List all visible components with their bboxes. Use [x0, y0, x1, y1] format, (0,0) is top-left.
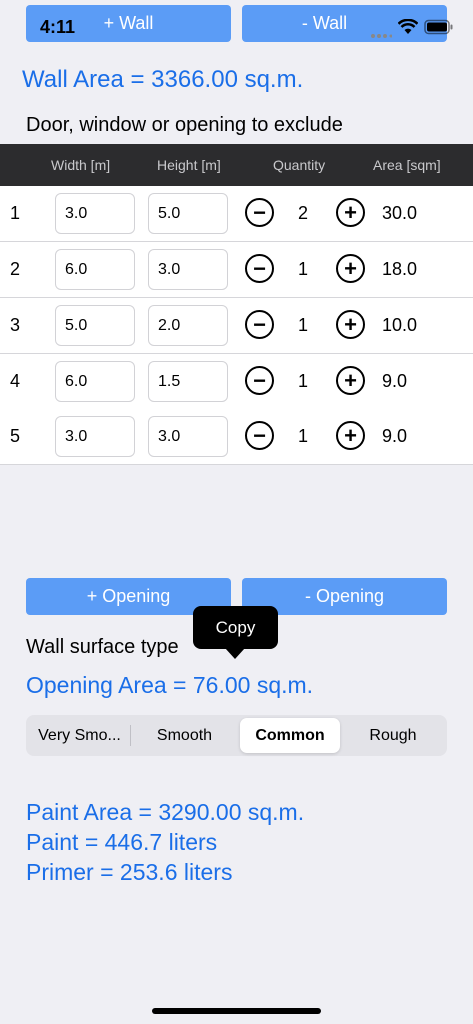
height-input[interactable]: 3.0	[148, 249, 228, 290]
tooltip-arrow	[225, 648, 245, 659]
remove-wall-label: - Wall	[301, 13, 348, 33]
segment-smooth[interactable]: Smooth	[131, 718, 238, 753]
primer-liters-text: Primer = 253.6 liters	[26, 859, 233, 885]
height-input[interactable]: 2.0	[148, 305, 228, 346]
width-input[interactable]: 3.0	[55, 416, 135, 457]
minus-circle-icon[interactable]: −	[245, 366, 274, 395]
exclude-title: Door, window or opening to exclude	[26, 114, 343, 136]
minus-symbol: −	[253, 422, 266, 448]
row-index: 3	[10, 315, 21, 335]
header-width: Width [m]	[51, 157, 111, 173]
opening-area-text: Opening Area = 76.00 sq.m.	[26, 672, 314, 698]
minus-circle-icon[interactable]: −	[245, 421, 274, 450]
paint-area-text: Paint Area = 3290.00 sq.m.	[26, 799, 305, 825]
header-height: Height [m]	[157, 157, 221, 173]
table-row: 2 6.0 3.0 − 1 + 18.0	[0, 242, 473, 298]
row-index: 2	[10, 259, 21, 279]
area-value: 18.0	[382, 259, 418, 279]
area-value: 10.0	[382, 315, 418, 335]
header-quantity: Quantity	[273, 157, 326, 173]
header-area: Area [sqm]	[373, 157, 441, 173]
height-input[interactable]: 5.0	[148, 193, 228, 234]
segment-very-smooth[interactable]: Very Smo...	[29, 718, 130, 753]
quantity-value: 1	[298, 315, 309, 335]
row-index: 4	[10, 371, 21, 391]
quantity-value: 2	[298, 203, 309, 223]
quantity-value: 1	[298, 259, 309, 279]
plus-circle-icon[interactable]: +	[336, 254, 365, 283]
quantity-value: 1	[298, 426, 309, 446]
copy-tooltip[interactable]: Copy	[193, 606, 278, 649]
width-input[interactable]: 5.0	[55, 305, 135, 346]
height-input[interactable]: 3.0	[148, 416, 228, 457]
home-indicator[interactable]	[152, 1008, 321, 1014]
plus-symbol: +	[344, 255, 357, 281]
minus-circle-icon[interactable]: −	[245, 254, 274, 283]
copy-tooltip-label: Copy	[215, 617, 256, 637]
segment-rough[interactable]: Rough	[342, 718, 444, 753]
plus-symbol: +	[344, 367, 357, 393]
table-row: 4 6.0 1.5 − 1 + 9.0	[0, 354, 473, 410]
wifi-icon	[397, 18, 419, 35]
minus-symbol: −	[253, 311, 266, 337]
paint-liters-text: Paint = 446.7 liters	[26, 829, 218, 855]
row-index: 5	[10, 426, 21, 446]
area-value: 9.0	[382, 371, 408, 391]
signal-icon	[370, 26, 393, 38]
remove-opening-label: - Opening	[304, 586, 385, 606]
battery-icon	[424, 19, 454, 35]
segment-common[interactable]: Common	[240, 718, 340, 753]
height-input[interactable]: 1.5	[148, 361, 228, 402]
width-input[interactable]: 6.0	[55, 249, 135, 290]
area-value: 9.0	[382, 426, 408, 446]
plus-circle-icon[interactable]: +	[336, 198, 365, 227]
minus-symbol: −	[253, 199, 266, 225]
surface-type-label: Wall surface type	[26, 636, 179, 658]
width-input[interactable]: 3.0	[55, 193, 135, 234]
status-time: 4:11	[40, 17, 76, 37]
minus-symbol: −	[253, 367, 266, 393]
quantity-value: 1	[298, 371, 309, 391]
table-row: 5 3.0 3.0 − 1 + 9.0	[0, 409, 473, 465]
minus-circle-icon[interactable]: −	[245, 198, 274, 227]
table-row: 3 5.0 2.0 − 1 + 10.0	[0, 298, 473, 354]
segment-label: Rough	[369, 726, 417, 744]
table-row: 1 3.0 5.0 − 2 + 30.0	[0, 186, 473, 242]
segment-label: Common	[255, 726, 325, 744]
plus-circle-icon[interactable]: +	[336, 421, 365, 450]
segment-label: Very Smo...	[38, 726, 121, 744]
add-opening-label: + Opening	[86, 586, 171, 606]
area-value: 30.0	[382, 203, 418, 223]
add-wall-label: + Wall	[103, 13, 154, 33]
surface-type-segmented-control: Very Smo... Smooth Common Rough	[26, 715, 447, 756]
minus-circle-icon[interactable]: −	[245, 310, 274, 339]
minus-symbol: −	[253, 255, 266, 281]
width-input[interactable]: 6.0	[55, 361, 135, 402]
table-header: Width [m] Height [m] Quantity Area [sqm]	[0, 144, 473, 186]
plus-circle-icon[interactable]: +	[336, 310, 365, 339]
plus-circle-icon[interactable]: +	[336, 366, 365, 395]
segment-label: Smooth	[156, 726, 213, 744]
plus-symbol: +	[344, 199, 357, 225]
row-index: 1	[10, 203, 21, 223]
plus-symbol: +	[344, 422, 357, 448]
plus-symbol: +	[344, 311, 357, 337]
wall-area-text: Wall Area = 3366.00 sq.m.	[22, 66, 304, 93]
